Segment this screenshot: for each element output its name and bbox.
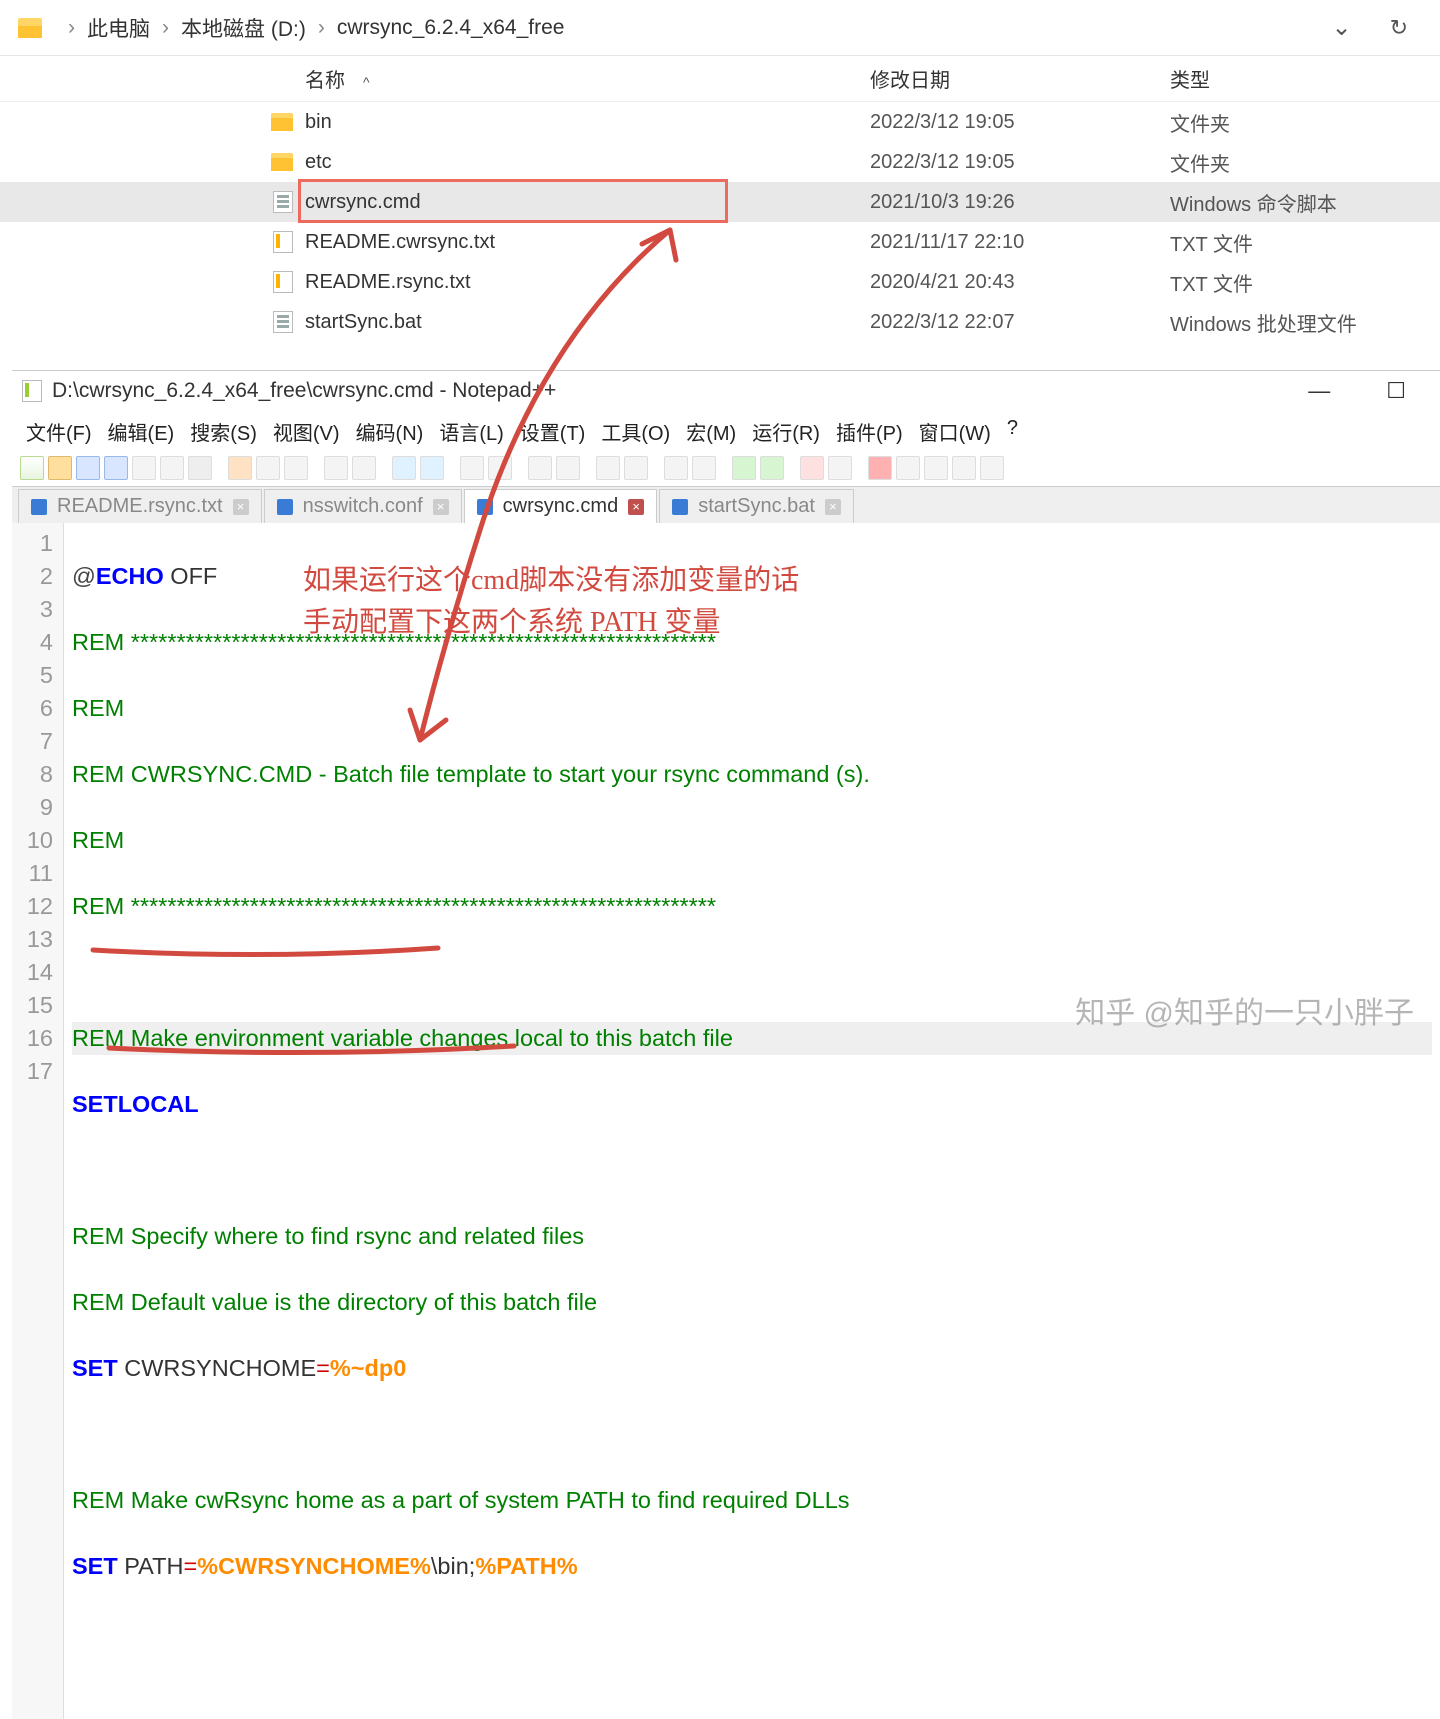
file-type: TXT 文件 <box>1170 228 1440 257</box>
annotation-text-1: 如果运行这个cmd脚本没有添加变量的话 <box>303 558 799 598</box>
folder-icon <box>18 18 42 38</box>
file-type: Windows 批处理文件 <box>1170 308 1440 337</box>
titlebar[interactable]: D:\cwrsync_6.2.4_x64_free\cwrsync.cmd - … <box>12 371 1440 411</box>
annotation-underline-2 <box>104 1040 524 1060</box>
col-name[interactable]: 名称 <box>0 64 870 93</box>
play-multi-icon[interactable] <box>952 456 976 480</box>
app-icon <box>22 380 42 402</box>
hide-lines-icon[interactable] <box>800 456 824 480</box>
crumb-pc[interactable]: 此电脑 <box>87 13 150 43</box>
unfold-icon[interactable] <box>760 456 784 480</box>
folder-icon <box>271 113 293 131</box>
annotation-arrow <box>390 220 720 780</box>
menu-item[interactable]: 搜索(S) <box>186 415 261 448</box>
toolbar <box>12 452 1440 487</box>
menu-item[interactable]: 文件(F) <box>22 415 96 448</box>
explorer-window: › 此电脑 › 本地磁盘 (D:) › cwrsync_6.2.4_x64_fr… <box>0 0 1440 360</box>
save-icon <box>277 499 293 515</box>
redo-icon[interactable] <box>352 456 376 480</box>
record-icon[interactable] <box>868 456 892 480</box>
col-type[interactable]: 类型 <box>1170 64 1440 93</box>
crumb-drive[interactable]: 本地磁盘 (D:) <box>181 13 306 43</box>
file-row[interactable]: README.cwrsync.txt2021/11/17 22:10TXT 文件 <box>0 222 1440 262</box>
menu-item[interactable]: 编辑(E) <box>104 415 179 448</box>
crumb-folder[interactable]: cwrsync_6.2.4_x64_free <box>337 16 565 40</box>
file-type: 文件夹 <box>1170 148 1440 177</box>
maximize-button[interactable]: ☐ <box>1386 378 1406 404</box>
menu-item[interactable]: ? <box>1003 415 1022 448</box>
print-icon[interactable] <box>188 456 212 480</box>
tab-label: README.rsync.txt <box>57 495 223 518</box>
menu-item[interactable]: 视图(V) <box>269 415 344 448</box>
file-type: TXT 文件 <box>1170 268 1440 297</box>
refresh-icon[interactable] <box>1390 15 1408 41</box>
menu-item[interactable]: 窗口(W) <box>915 415 995 448</box>
paste-icon[interactable] <box>284 456 308 480</box>
editor-tab[interactable]: README.rsync.txt × <box>18 489 262 523</box>
watermark: 知乎 @知乎的一只小胖子 <box>1075 988 1414 1032</box>
cmdfile-icon <box>273 191 293 213</box>
chevron-right-icon: › <box>162 16 169 40</box>
cut-icon[interactable] <box>228 456 252 480</box>
annotation-underline-1 <box>88 942 448 962</box>
annotation-text-2: 手动配置下这两个系统 PATH 变量 <box>303 600 720 640</box>
chevron-down-icon[interactable] <box>1331 13 1351 42</box>
save-macro-icon[interactable] <box>980 456 1004 480</box>
file-name: bin <box>305 111 870 134</box>
chevron-right-icon: › <box>68 16 75 40</box>
undo-icon[interactable] <box>324 456 348 480</box>
new-file-icon[interactable] <box>20 456 44 480</box>
close-all-icon[interactable] <box>160 456 184 480</box>
txtfile-icon <box>273 231 293 253</box>
file-date: 2021/10/3 19:26 <box>870 191 1170 214</box>
copy-icon[interactable] <box>256 456 280 480</box>
tab-bar: README.rsync.txt×nsswitch.conf×cwrsync.c… <box>12 487 1440 523</box>
txtfile-icon <box>273 271 293 293</box>
code-area[interactable]: @ECHO OFF REM **************************… <box>64 523 1440 1719</box>
notepadpp-window: D:\cwrsync_6.2.4_x64_free\cwrsync.cmd - … <box>12 370 1440 1080</box>
file-type: Windows 命令脚本 <box>1170 188 1440 217</box>
close-icon[interactable]: × <box>233 499 249 515</box>
file-row[interactable]: cwrsync.cmd2021/10/3 19:26Windows 命令脚本 <box>0 182 1440 222</box>
close-icon[interactable] <box>132 456 156 480</box>
file-list: bin2022/3/12 19:05文件夹etc2022/3/12 19:05文… <box>0 102 1440 342</box>
line-gutter: 1234567891011121314151617 <box>12 523 64 1719</box>
close-icon[interactable]: × <box>825 499 841 515</box>
file-row[interactable]: etc2022/3/12 19:05文件夹 <box>0 142 1440 182</box>
save-icon[interactable] <box>76 456 100 480</box>
file-date: 2022/3/12 19:05 <box>870 111 1170 134</box>
file-date: 2020/4/21 20:43 <box>870 271 1170 294</box>
minimize-button[interactable]: — <box>1308 378 1330 404</box>
play-icon[interactable] <box>924 456 948 480</box>
file-list-header: 名称 修改日期 类型 <box>0 56 1440 102</box>
file-name: cwrsync.cmd <box>305 191 870 214</box>
open-file-icon[interactable] <box>48 456 72 480</box>
folder-icon <box>271 153 293 171</box>
breadcrumb[interactable]: › 此电脑 › 本地磁盘 (D:) › cwrsync_6.2.4_x64_fr… <box>0 0 1440 56</box>
col-date[interactable]: 修改日期 <box>870 64 1170 93</box>
save-all-icon[interactable] <box>104 456 128 480</box>
cmdfile-icon <box>273 311 293 333</box>
file-type: 文件夹 <box>1170 108 1440 137</box>
doc-map-icon[interactable] <box>828 456 852 480</box>
chevron-right-icon: › <box>318 16 325 40</box>
menu-item[interactable]: 插件(P) <box>832 415 907 448</box>
file-row[interactable]: bin2022/3/12 19:05文件夹 <box>0 102 1440 142</box>
file-name: etc <box>305 151 870 174</box>
menubar[interactable]: 文件(F)编辑(E)搜索(S)视图(V)编码(N)语言(L)设置(T)工具(O)… <box>12 411 1440 452</box>
save-icon <box>31 499 47 515</box>
file-row[interactable]: startSync.bat2022/3/12 22:07Windows 批处理文… <box>0 302 1440 342</box>
file-date: 2021/11/17 22:10 <box>870 231 1170 254</box>
menu-item[interactable]: 运行(R) <box>748 415 824 448</box>
file-date: 2022/3/12 22:07 <box>870 311 1170 334</box>
editor[interactable]: 1234567891011121314151617 @ECHO OFF REM … <box>12 523 1440 1719</box>
stop-icon[interactable] <box>896 456 920 480</box>
fold-icon[interactable] <box>732 456 756 480</box>
file-date: 2022/3/12 19:05 <box>870 151 1170 174</box>
file-row[interactable]: README.rsync.txt2020/4/21 20:43TXT 文件 <box>0 262 1440 302</box>
